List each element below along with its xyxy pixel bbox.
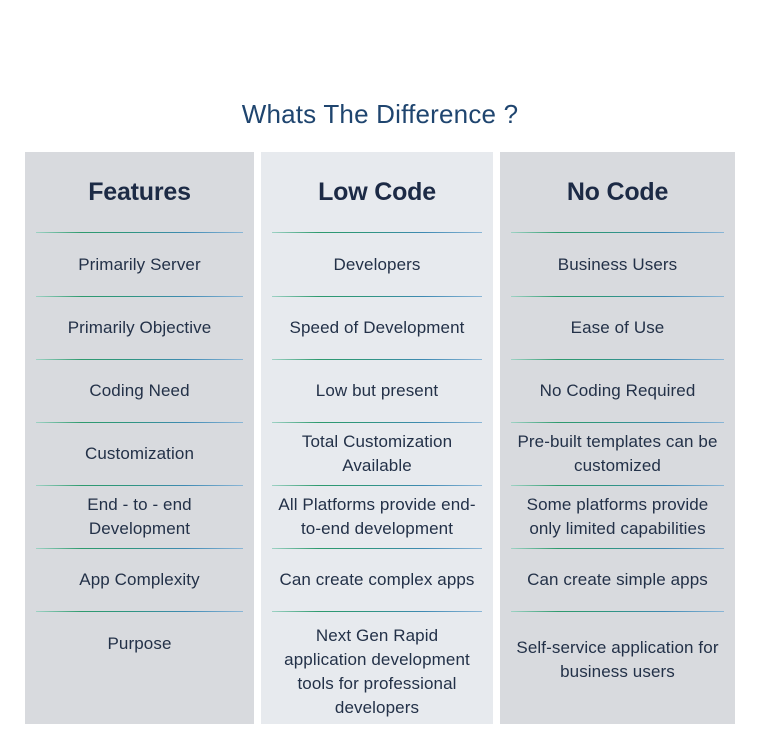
column-header-no-code: No Code <box>566 177 669 206</box>
table-cell: Self-service application for business us… <box>516 638 719 681</box>
table-cell: No Coding Required <box>539 381 696 400</box>
table-column-low-code: Low Code Developers Speed of Development… <box>261 152 493 724</box>
table-cell: Primarily Server <box>78 254 201 274</box>
table-cell: End - to - end Development <box>87 495 192 538</box>
table-column-features: Features Primarily Server Primarily Obje… <box>25 152 254 724</box>
table-cell: Can create simple apps <box>527 570 708 589</box>
table-cell: Next Gen Rapid application development t… <box>284 626 470 717</box>
table-cell: App Complexity <box>79 570 200 589</box>
table-cell: Some platforms provide only limited capa… <box>526 495 709 538</box>
column-header-features: Features <box>88 177 191 206</box>
table-column-no-code: No Code Business Users Ease of Use No Co… <box>500 152 735 724</box>
table-cell: Business Users <box>557 254 678 274</box>
page-header: No Code Vs Low Code Whats The Difference… <box>0 0 760 130</box>
table-cell: Developers <box>333 254 421 274</box>
column-header-low-code: Low Code <box>318 177 436 206</box>
table-cell: Can create complex apps <box>279 570 475 589</box>
table-cell: Low but present <box>315 381 439 400</box>
table-cell: Ease of Use <box>570 318 665 337</box>
table-cell: All Platforms provide end-to-end develop… <box>278 495 476 538</box>
table-cell: Primarily Objective <box>67 318 212 337</box>
page-subtitle: Whats The Difference ? <box>241 99 519 129</box>
comparison-table: Features Primarily Server Primarily Obje… <box>25 152 735 724</box>
table-cell: Coding Need <box>89 381 190 400</box>
table-cell: Purpose <box>107 634 172 653</box>
table-cell: Pre-built templates can be customized <box>517 432 718 475</box>
table-cell: Speed of Development <box>289 318 465 337</box>
table-cell: Total Customization Available <box>301 432 453 475</box>
table-cell: Customization <box>84 444 194 463</box>
page-title: No Code Vs Low Code <box>164 40 596 86</box>
